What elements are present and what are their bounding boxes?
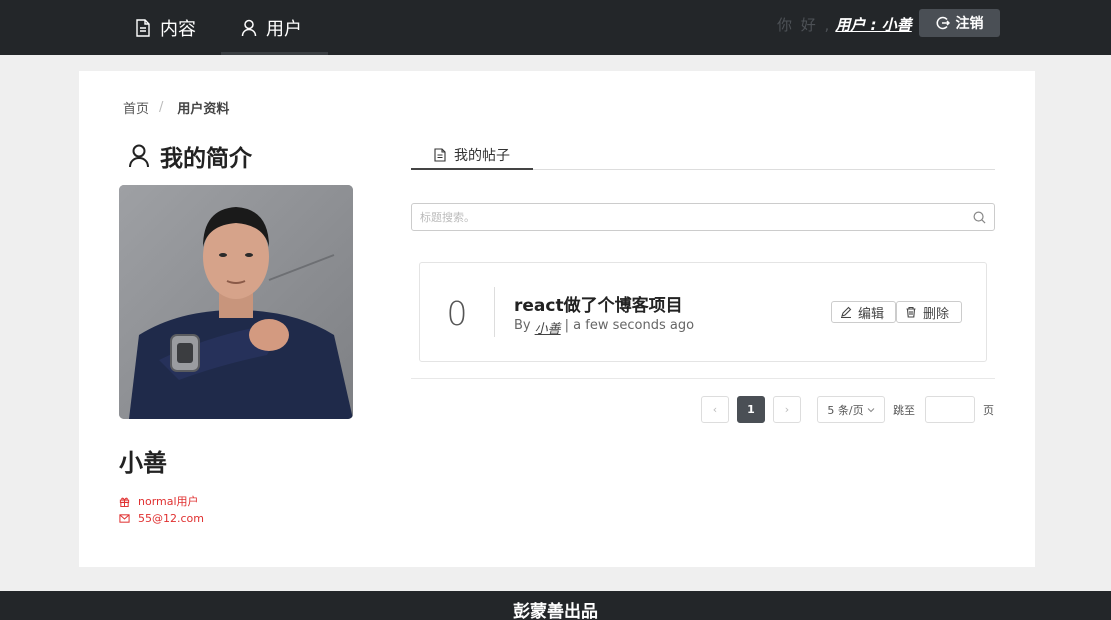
delete-post-button[interactable]: 删除 xyxy=(896,301,962,323)
gift-icon xyxy=(119,497,130,507)
jump-to-page-input[interactable] xyxy=(925,396,975,423)
username-link[interactable]: 用户 : 小善 xyxy=(835,14,911,35)
nav-item-content-label: 内容 xyxy=(160,18,196,40)
nav-active-indicator xyxy=(221,52,328,55)
logout-label: 注销 xyxy=(955,16,984,32)
page-size-value: 5 条/页 xyxy=(827,403,864,417)
nav-item-user-label: 用户 xyxy=(266,18,302,40)
post-time: | a few seconds ago xyxy=(564,318,695,333)
tab-my-posts-label: 我的帖子 xyxy=(454,147,510,164)
search-icon[interactable] xyxy=(973,211,986,224)
footer-text: 彭蒙善出品 xyxy=(513,602,598,620)
nav-item-content[interactable]: 内容 xyxy=(134,0,196,55)
user-greeting: 你 好 , 用户 : 小善 xyxy=(777,14,912,35)
avatar-photo xyxy=(119,185,353,419)
page-suffix-label: 页 xyxy=(983,404,994,417)
post-title[interactable]: react做了个博客项目 xyxy=(514,291,683,316)
edit-post-label: 编辑 xyxy=(858,306,885,322)
profile-name: 小善 xyxy=(119,449,167,477)
post-author[interactable]: 小善 xyxy=(535,318,561,337)
breadcrumb: 首页 / 用户资料 xyxy=(123,98,229,117)
search-input[interactable] xyxy=(420,210,973,224)
user-icon xyxy=(129,144,149,168)
main-card: 首页 / 用户资料 我的简介 小善 normal用户 55@12.com 我的帖… xyxy=(79,71,1035,567)
mail-icon xyxy=(119,514,130,523)
jump-to-label: 跳至 xyxy=(893,404,915,417)
greeting-text: 你 好 , xyxy=(777,16,832,34)
post-item: 0 react做了个博客项目 By 小善 | a few seconds ago… xyxy=(419,262,987,362)
pagination-prev-button[interactable]: ‹ xyxy=(701,396,729,423)
profile-title-label: 我的简介 xyxy=(160,146,252,172)
post-divider xyxy=(494,287,495,337)
breadcrumb-home[interactable]: 首页 xyxy=(123,98,149,117)
nav-item-user[interactable]: 用户 xyxy=(240,0,302,55)
edit-icon xyxy=(841,306,852,318)
profile-role: normal用户 xyxy=(119,493,199,509)
file-text-icon xyxy=(434,147,446,162)
chevron-down-icon xyxy=(867,407,874,412)
delete-post-label: 删除 xyxy=(923,306,950,322)
profile-email: 55@12.com xyxy=(119,512,204,525)
pagination-next-button[interactable]: › xyxy=(773,396,801,423)
avatar xyxy=(119,185,353,419)
profile-title: 我的简介 xyxy=(128,139,252,173)
pagination-page-1[interactable]: 1 xyxy=(737,396,765,423)
edit-post-button[interactable]: 编辑 xyxy=(831,301,896,323)
footer: 彭蒙善出品 xyxy=(0,591,1111,620)
user-icon xyxy=(241,19,257,36)
tab-my-posts[interactable]: 我的帖子 xyxy=(411,141,533,170)
list-divider xyxy=(411,378,995,379)
breadcrumb-separator: / xyxy=(159,100,164,115)
post-by: By xyxy=(514,318,531,333)
trash-icon xyxy=(906,306,916,318)
profile-email-text: 55@12.com xyxy=(138,512,204,525)
logout-button[interactable]: 注销 xyxy=(919,9,1000,37)
breadcrumb-current: 用户资料 xyxy=(177,102,230,117)
logout-icon xyxy=(936,16,950,30)
profile-role-text: normal用户 xyxy=(138,495,199,508)
page-size-select[interactable]: 5 条/页 xyxy=(817,396,885,423)
top-navbar: 内容 用户 你 好 , 用户 : 小善 注销 xyxy=(0,0,1111,55)
file-text-icon xyxy=(136,18,150,37)
post-meta: By 小善 | a few seconds ago xyxy=(514,318,694,337)
post-comment-count: 0 xyxy=(446,293,468,333)
title-search xyxy=(411,203,995,231)
tab-bar: 我的帖子 xyxy=(411,141,995,170)
